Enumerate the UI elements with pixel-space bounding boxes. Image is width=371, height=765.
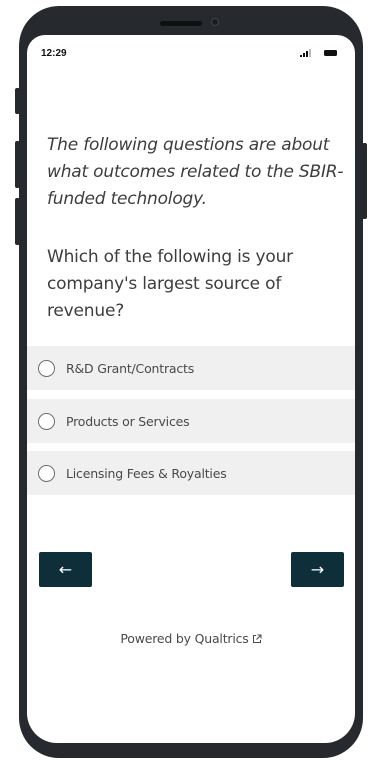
status-time: 12:29 [41, 48, 67, 59]
powered-by-label: Powered by Qualtrics [120, 631, 249, 646]
choice-rd-grant-contracts[interactable]: R&D Grant/Contracts [27, 346, 355, 390]
arrow-right-icon: → [310, 560, 325, 579]
signal-icon [300, 49, 311, 57]
radio-button[interactable] [38, 412, 55, 430]
question-text: Which of the following is your company's… [47, 247, 293, 321]
arrow-left-icon: ← [58, 560, 73, 579]
external-link-icon [252, 634, 262, 643]
battery-icon [324, 50, 337, 56]
radio-button[interactable] [38, 464, 55, 482]
phone-screen: 12:29 The following questions are about … [27, 35, 355, 743]
page: 12:29 The following questions are about … [0, 0, 371, 765]
phone-camera [211, 18, 219, 26]
choice-label: R&D Grant/Contracts [66, 360, 195, 376]
choice-label: Products or Services [66, 413, 190, 429]
next-button[interactable]: → [291, 552, 344, 587]
powered-by-qualtrics-link[interactable]: Powered by Qualtrics [27, 631, 355, 646]
question-intro-text: The following questions are about what o… [47, 135, 344, 209]
radio-button[interactable] [38, 359, 55, 377]
choice-label: Licensing Fees & Royalties [66, 465, 227, 481]
choice-licensing-fees-royalties[interactable]: Licensing Fees & Royalties [27, 451, 355, 495]
phone-speaker [160, 21, 202, 26]
back-button[interactable]: ← [39, 552, 92, 587]
choice-products-or-services[interactable]: Products or Services [27, 399, 355, 443]
